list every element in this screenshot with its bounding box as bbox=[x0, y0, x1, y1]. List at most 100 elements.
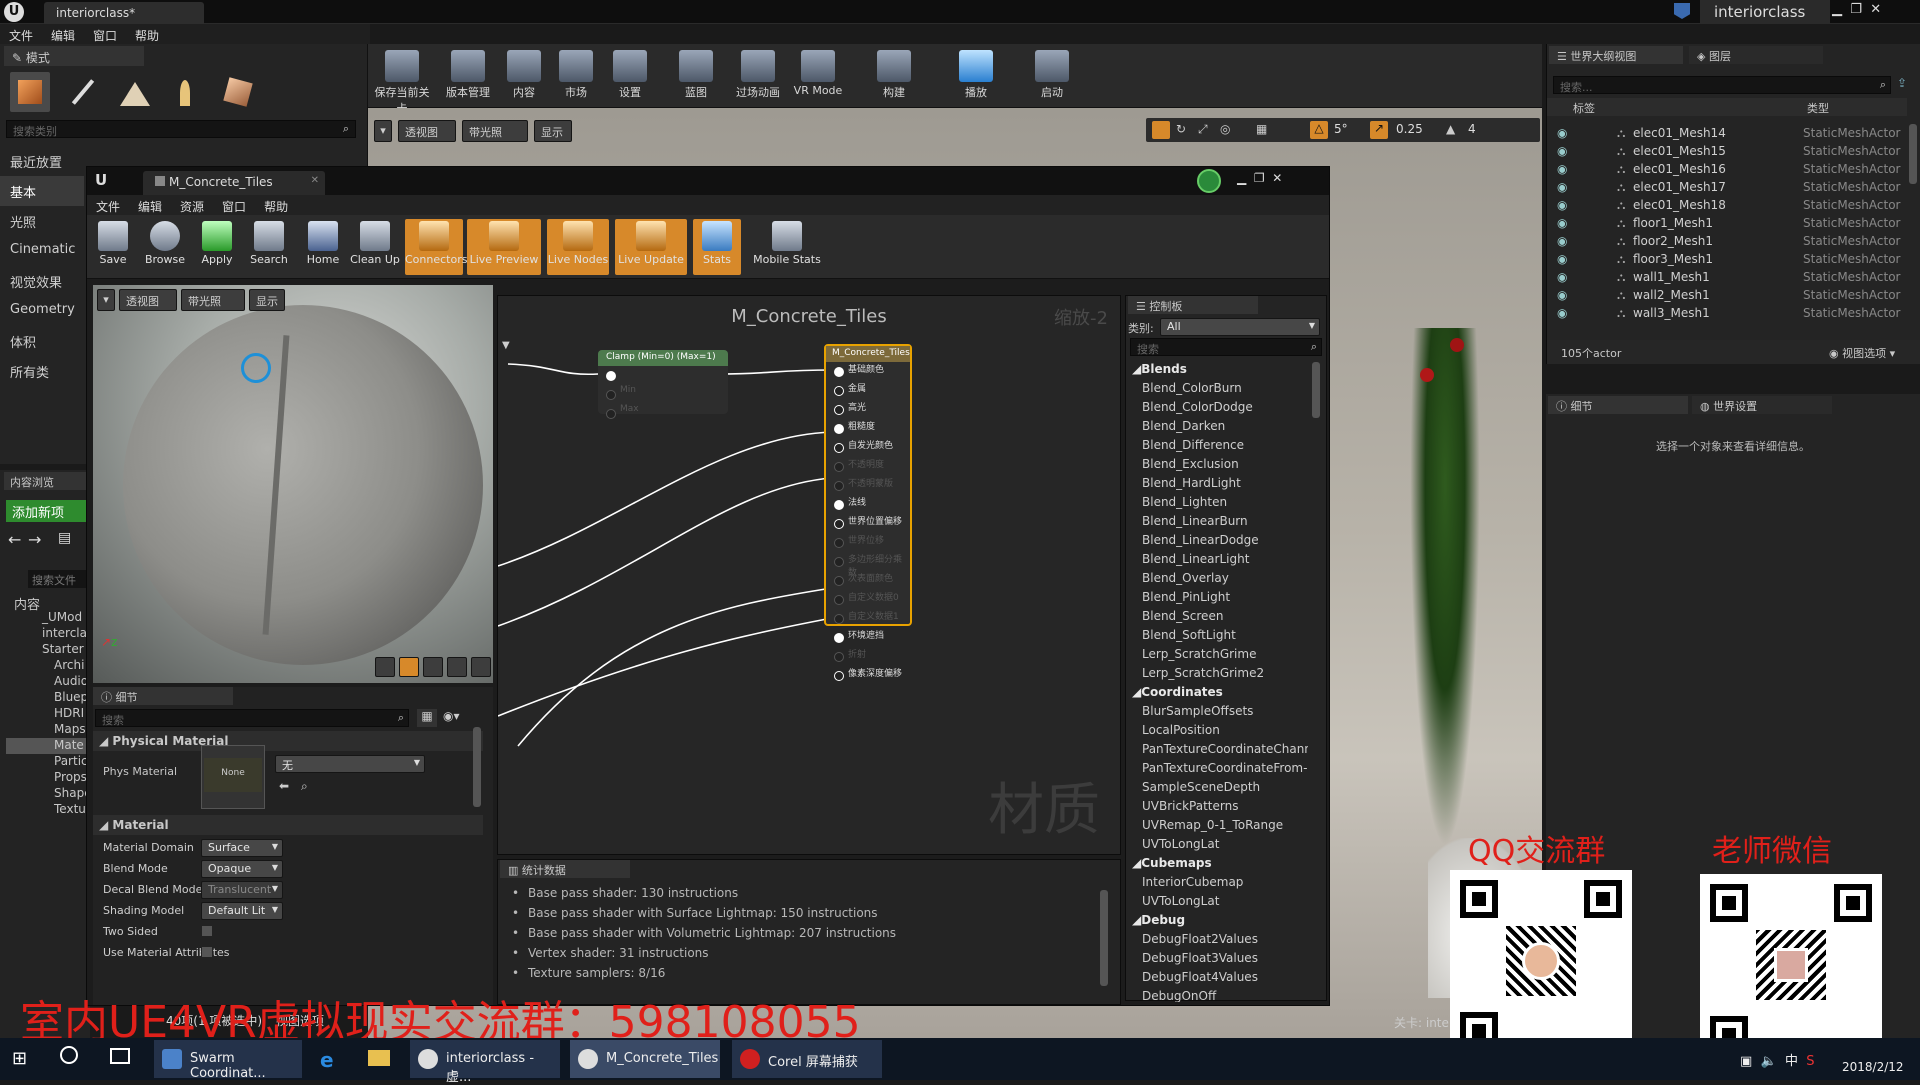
palette-item[interactable]: Blend_HardLight bbox=[1128, 476, 1308, 495]
scale-snap-value[interactable]: 0.25 bbox=[1396, 122, 1423, 136]
result-pin[interactable]: 自定义数据1 bbox=[826, 609, 910, 628]
palette-group-header[interactable]: ◢Cubemaps bbox=[1128, 856, 1308, 875]
palette-item[interactable]: DebugOnOff bbox=[1128, 989, 1308, 1002]
cortana-icon[interactable] bbox=[60, 1046, 78, 1064]
category-geometry[interactable]: Geometry bbox=[0, 296, 84, 326]
viewport-options-dropdown[interactable]: ▾ bbox=[374, 120, 392, 142]
minimize-icon[interactable]: ▁ bbox=[1832, 2, 1842, 17]
use-material-attributes-checkbox[interactable] bbox=[201, 946, 213, 958]
launch-button[interactable]: 启动 bbox=[1020, 48, 1084, 106]
back-arrow-icon[interactable]: ← bbox=[8, 530, 21, 549]
file-explorer-icon[interactable] bbox=[368, 1050, 390, 1066]
tree-item[interactable]: interclass bbox=[6, 626, 100, 642]
property-matrix-icon[interactable]: ▦ bbox=[417, 709, 437, 727]
translate-icon[interactable] bbox=[1152, 121, 1170, 139]
clamp-node[interactable]: Clamp (Min=0) (Max=1) Min Max bbox=[598, 350, 728, 419]
shading-model-dropdown[interactable]: Default Lit bbox=[201, 902, 283, 920]
tree-item[interactable]: 内容 bbox=[6, 594, 90, 613]
sphere-preview-icon[interactable] bbox=[399, 657, 419, 677]
outliner-row[interactable]: ◉ ⛬ floor2_Mesh1 StaticMeshActor bbox=[1547, 232, 1907, 250]
palette-item[interactable]: DebugFloat2Values bbox=[1128, 932, 1308, 951]
preview-lit-button[interactable]: 带光照 bbox=[181, 289, 245, 311]
eye-visibility-icon[interactable]: ◉▾ bbox=[443, 709, 460, 723]
preview-perspective-button[interactable]: 透视图 bbox=[119, 289, 177, 311]
mobile-stats-button[interactable]: Mobile Stats bbox=[747, 219, 827, 275]
result-pin[interactable]: 次表面颜色 bbox=[826, 571, 910, 590]
live-nodes-button[interactable]: Live Nodes bbox=[547, 219, 609, 275]
category-basic[interactable]: 基本 bbox=[0, 176, 84, 206]
material-tab[interactable]: M_Concrete_Tiles ✕ bbox=[143, 171, 325, 195]
window-controls[interactable]: ▁ ❐ ✕ bbox=[1832, 2, 1881, 17]
palette-item[interactable]: Blend_SoftLight bbox=[1128, 628, 1308, 647]
visibility-eye-icon[interactable]: ◉ bbox=[1557, 126, 1567, 140]
category-cinematic[interactable]: Cinematic bbox=[0, 236, 84, 266]
palette-tab[interactable]: ☰ 控制板 bbox=[1128, 296, 1258, 314]
tree-item[interactable]: Archi bbox=[6, 658, 90, 674]
outliner-row[interactable]: ◉ ⛬ elec01_Mesh14 StaticMeshActor bbox=[1547, 124, 1907, 142]
palette-item[interactable]: SampleSceneDepth bbox=[1128, 780, 1308, 799]
play-button[interactable]: 播放 bbox=[944, 48, 1008, 106]
result-pin[interactable]: 不透明蒙版 bbox=[826, 476, 910, 495]
result-pin[interactable]: 基础颜色 bbox=[826, 362, 910, 381]
level-tab[interactable]: interiorclass* bbox=[44, 2, 204, 24]
palette-item[interactable]: Blend_PinLight bbox=[1128, 590, 1308, 609]
pin-icon[interactable]: ⇪ bbox=[1897, 76, 1907, 90]
paint-mode-icon[interactable] bbox=[62, 72, 102, 112]
outliner-row[interactable]: ◉ ⛬ wall2_Mesh1 StaticMeshActor bbox=[1547, 286, 1907, 304]
network-icon[interactable]: ▣ bbox=[1740, 1054, 1752, 1069]
phys-material-dropdown[interactable]: 无 bbox=[275, 755, 425, 773]
tree-item[interactable]: Bluep bbox=[6, 690, 90, 706]
tree-item[interactable]: HDRI bbox=[6, 706, 90, 722]
live-preview-button[interactable]: Live Preview bbox=[467, 219, 541, 275]
palette-item[interactable]: UVToLongLat bbox=[1128, 837, 1308, 856]
home-button[interactable]: Home bbox=[297, 219, 349, 275]
maximize-icon[interactable]: ❐ bbox=[1850, 2, 1862, 17]
visibility-eye-icon[interactable]: ◉ bbox=[1557, 252, 1567, 266]
visibility-eye-icon[interactable]: ◉ bbox=[1557, 288, 1567, 302]
source-control-status-icon[interactable] bbox=[1197, 169, 1221, 193]
tree-item[interactable]: Shape bbox=[6, 786, 92, 802]
place-mode-icon[interactable] bbox=[10, 72, 50, 112]
minimize-icon[interactable]: ▁ bbox=[1237, 171, 1246, 185]
clamp-input-pin[interactable] bbox=[598, 366, 728, 385]
scale-icon[interactable]: ⤢ bbox=[1198, 122, 1208, 137]
material-result-node[interactable]: M_Concrete_Tiles 基础颜色 金属 高光 粗糙度 自发光颜色 不透明度 不透明… bbox=[824, 344, 912, 681]
cylinder-preview-icon[interactable] bbox=[375, 657, 395, 677]
category-volumes[interactable]: 体积 bbox=[0, 326, 84, 356]
stats-scrollbar[interactable] bbox=[1100, 890, 1108, 986]
world-icon[interactable]: ◎ bbox=[1220, 122, 1230, 136]
right-details-tab[interactable]: ⓘ 细节 bbox=[1548, 396, 1688, 414]
layers-tab[interactable]: ◈ 图层 bbox=[1689, 46, 1823, 64]
blend-mode-dropdown[interactable]: Opaque bbox=[201, 860, 283, 878]
palette-group-header[interactable]: ◢Debug bbox=[1128, 913, 1308, 932]
stats-button[interactable]: Stats bbox=[693, 219, 741, 275]
outliner-row[interactable]: ◉ ⛬ elec01_Mesh18 StaticMeshActor bbox=[1547, 196, 1907, 214]
cube-preview-icon[interactable] bbox=[447, 657, 467, 677]
taskbar-corel-capture[interactable]: Corel 屏幕捕获 bbox=[732, 1040, 882, 1078]
outliner-row[interactable]: ◉ ⛬ floor1_Mesh1 StaticMeshActor bbox=[1547, 214, 1907, 232]
ime-indicator[interactable]: 中 bbox=[1785, 1054, 1798, 1069]
palette-item[interactable]: Lerp_ScratchGrime2 bbox=[1128, 666, 1308, 685]
result-pin[interactable]: 金属 bbox=[826, 381, 910, 400]
palette-item[interactable]: Blend_ColorBurn bbox=[1128, 381, 1308, 400]
view-options-button[interactable]: ◉ 视图选项 ▾ bbox=[1829, 345, 1895, 361]
category-lights[interactable]: 光照 bbox=[0, 206, 84, 236]
type-column-header[interactable]: 类型 bbox=[1807, 100, 1829, 116]
show-button[interactable]: 显示 bbox=[534, 120, 572, 142]
cinematics-button[interactable]: 过场动画 bbox=[726, 48, 790, 106]
perspective-button[interactable]: 透视图 bbox=[398, 120, 456, 142]
scale-snap-icon[interactable]: ↗ bbox=[1370, 121, 1388, 139]
palette-item[interactable]: Blend_LinearDodge bbox=[1128, 533, 1308, 552]
tree-item[interactable]: Audio bbox=[6, 674, 90, 690]
details-search-input[interactable]: 搜索 ⌕ bbox=[95, 709, 409, 727]
palette-search-input[interactable]: 搜索 ⌕ bbox=[1130, 338, 1322, 356]
palette-item[interactable]: DebugFloat4Values bbox=[1128, 970, 1308, 989]
windows-start-icon[interactable]: ⊞ bbox=[12, 1048, 27, 1069]
outliner-row[interactable]: ◉ ⛬ elec01_Mesh17 StaticMeshActor bbox=[1547, 178, 1907, 196]
vr-mode-button[interactable]: VR Mode bbox=[782, 48, 854, 106]
category-all-classes[interactable]: 所有类 bbox=[0, 356, 84, 386]
result-pin[interactable]: 不透明度 bbox=[826, 457, 910, 476]
preview-show-button[interactable]: 显示 bbox=[249, 289, 285, 311]
light-direction-icon[interactable] bbox=[241, 353, 271, 383]
browse-magnifier-icon[interactable]: ⌕ bbox=[301, 779, 308, 794]
